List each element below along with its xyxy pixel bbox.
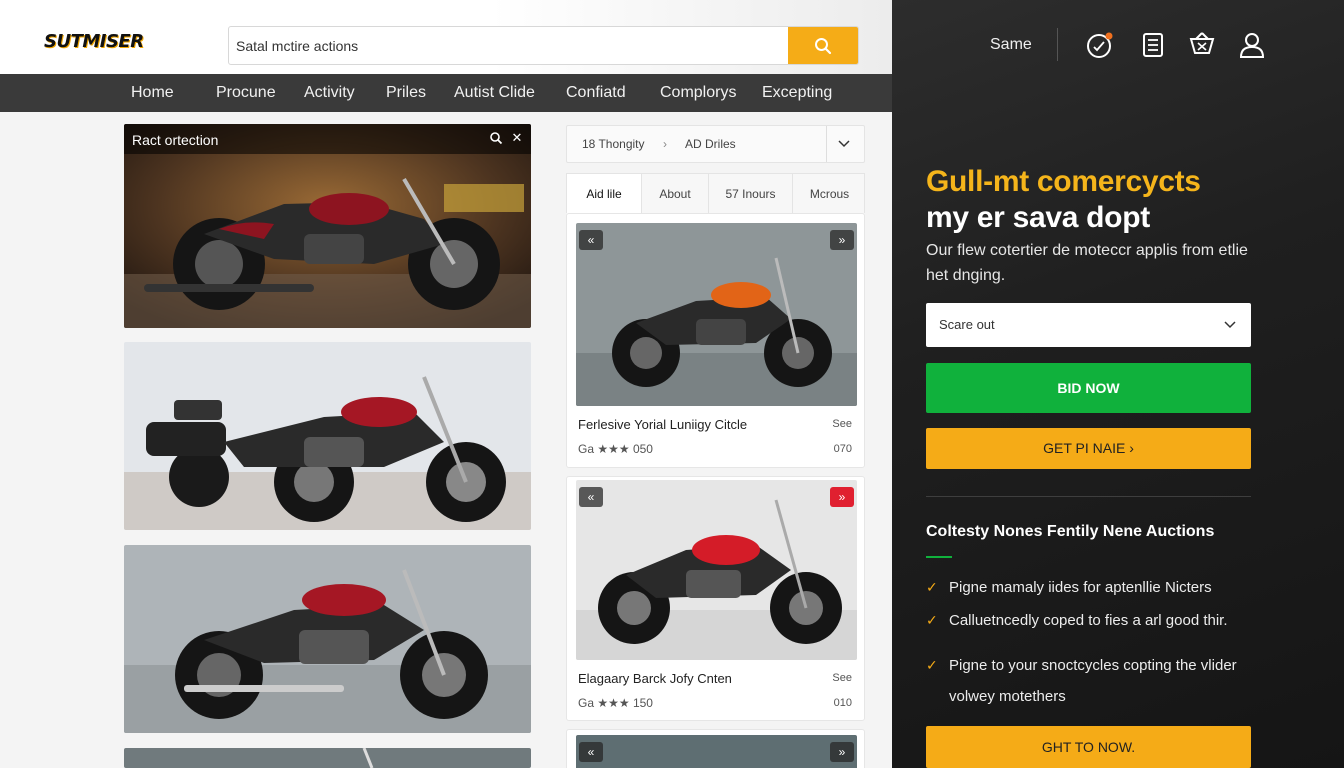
card-image[interactable]: « » bbox=[576, 480, 857, 660]
user-icon[interactable] bbox=[1238, 31, 1266, 59]
hero-subtitle: my er sava dopt bbox=[926, 201, 1150, 234]
user-name[interactable]: Same bbox=[990, 36, 1032, 54]
section-title: Coltesty Nones Fentily Nene Auctions bbox=[926, 523, 1215, 540]
nav-complorys[interactable]: Complorys bbox=[660, 74, 736, 112]
gallery-photo[interactable] bbox=[124, 545, 531, 733]
prev-icon[interactable]: « bbox=[579, 487, 603, 507]
hero-description: Our flew cotertier de moteccr applis fro… bbox=[926, 242, 1248, 284]
get-button[interactable]: GET PI NAIE › bbox=[926, 428, 1251, 469]
card-see-link[interactable]: See bbox=[832, 418, 852, 430]
feature-item: ✓ Pigne to your snoctcycles copting the … bbox=[926, 650, 1266, 712]
next-icon[interactable]: » bbox=[830, 742, 854, 762]
nav-activity[interactable]: Activity bbox=[304, 74, 355, 112]
feature-item: ✓ Pigne mamaly iides for aptenllie Nicte… bbox=[926, 572, 1266, 603]
prev-icon[interactable]: « bbox=[579, 230, 603, 250]
card-rating: Ga ★★★ 150 bbox=[578, 696, 653, 710]
sort-select[interactable]: Scare out bbox=[926, 303, 1251, 347]
tab-about[interactable]: About bbox=[642, 174, 709, 214]
motorcycle-image bbox=[124, 124, 531, 328]
nav-priles[interactable]: Priles bbox=[386, 74, 426, 112]
card-count: 010 bbox=[833, 697, 852, 709]
prev-icon[interactable]: « bbox=[579, 742, 603, 762]
card-count: 070 bbox=[833, 443, 852, 455]
main-nav: Home Procune Activity Priles Autist Clid… bbox=[0, 74, 892, 112]
get-to-now-button[interactable]: GHT TO NOW. bbox=[926, 726, 1251, 768]
breadcrumb[interactable]: 18 Thongity › AD Driles bbox=[566, 125, 865, 163]
card-title[interactable]: Elagaary Barck Jofy Cnten bbox=[578, 671, 732, 686]
check-icon: ✓ bbox=[926, 612, 938, 628]
motorcycle-image bbox=[576, 223, 857, 406]
bid-now-button[interactable]: BID NOW bbox=[926, 363, 1251, 413]
site-logo[interactable]: SUTMISER bbox=[44, 31, 144, 52]
photo-header: Ract ortection ✕ bbox=[124, 124, 531, 154]
listing-card[interactable]: « » Elagaary Barck Jofy Cnten See Ga ★★★… bbox=[566, 476, 865, 721]
listing-tabs: Aid lile About 57 Inours Mcrous bbox=[566, 173, 866, 214]
listing-card[interactable]: « » bbox=[566, 729, 865, 768]
tab-aid-lile[interactable]: Aid lile bbox=[567, 174, 642, 214]
motorcycle-image bbox=[124, 748, 531, 768]
divider bbox=[1057, 28, 1058, 61]
gallery-photo[interactable] bbox=[124, 342, 531, 530]
nav-home[interactable]: Home bbox=[131, 74, 174, 112]
search-icon bbox=[815, 37, 832, 54]
close-icon[interactable]: ✕ bbox=[510, 131, 524, 145]
next-icon[interactable]: » bbox=[830, 487, 854, 507]
search-box bbox=[228, 26, 859, 65]
divider bbox=[926, 496, 1251, 497]
search-input[interactable] bbox=[229, 27, 789, 64]
nav-procune[interactable]: Procune bbox=[216, 74, 276, 112]
breadcrumb-item[interactable]: 18 Thongity bbox=[582, 137, 645, 151]
nav-autist-clide[interactable]: Autist Clide bbox=[454, 74, 535, 112]
hero-title: Gull-mt comercycts bbox=[926, 165, 1201, 198]
motorcycle-image bbox=[576, 480, 857, 660]
tab-mcrous[interactable]: Mcrous bbox=[793, 174, 866, 214]
card-image[interactable]: « » bbox=[576, 223, 857, 406]
search-button[interactable] bbox=[788, 27, 858, 64]
next-icon[interactable]: » bbox=[830, 230, 854, 250]
nav-excepting[interactable]: Excepting bbox=[762, 74, 832, 112]
card-see-link[interactable]: See bbox=[832, 672, 852, 684]
breadcrumb-item[interactable]: AD Driles bbox=[685, 137, 736, 151]
auction-panel: Same Gull-mt comercycts my er sava dopt … bbox=[892, 0, 1344, 768]
motorcycle-image bbox=[124, 342, 531, 530]
notification-icon[interactable] bbox=[1086, 31, 1114, 59]
top-bar: SUTMISER bbox=[0, 0, 892, 74]
chevron-down-icon[interactable] bbox=[838, 140, 850, 148]
check-icon: ✓ bbox=[926, 579, 938, 595]
divider bbox=[826, 126, 827, 162]
motorcycle-image bbox=[124, 545, 531, 733]
basket-icon[interactable] bbox=[1188, 31, 1216, 59]
chevron-down-icon bbox=[1224, 321, 1236, 329]
check-icon: ✓ bbox=[926, 657, 938, 673]
accent-rule bbox=[926, 556, 952, 558]
listing-card[interactable]: « » Ferlesive Yorial Luniigy Citcle See … bbox=[566, 213, 865, 468]
main-area: SUTMISER Home Procune Activity Priles Au… bbox=[0, 0, 892, 768]
gallery-photo[interactable]: Ract ortection ✕ bbox=[124, 124, 531, 328]
gallery-photo[interactable] bbox=[124, 748, 531, 768]
nav-confiatd[interactable]: Confiatd bbox=[566, 74, 626, 112]
tab-hours[interactable]: 57 Inours bbox=[709, 174, 793, 214]
chevron-right-icon: › bbox=[663, 137, 667, 151]
card-rating: Ga ★★★ 050 bbox=[578, 442, 653, 456]
card-image[interactable]: « » bbox=[576, 735, 857, 768]
select-value: Scare out bbox=[939, 317, 995, 332]
zoom-icon[interactable] bbox=[489, 131, 503, 145]
feature-item: ✓ Calluetncedly coped to fies a arl good… bbox=[926, 605, 1266, 636]
document-icon[interactable] bbox=[1139, 31, 1167, 59]
card-title[interactable]: Ferlesive Yorial Luniigy Citcle bbox=[578, 417, 747, 432]
photo-title: Ract ortection bbox=[132, 132, 219, 148]
